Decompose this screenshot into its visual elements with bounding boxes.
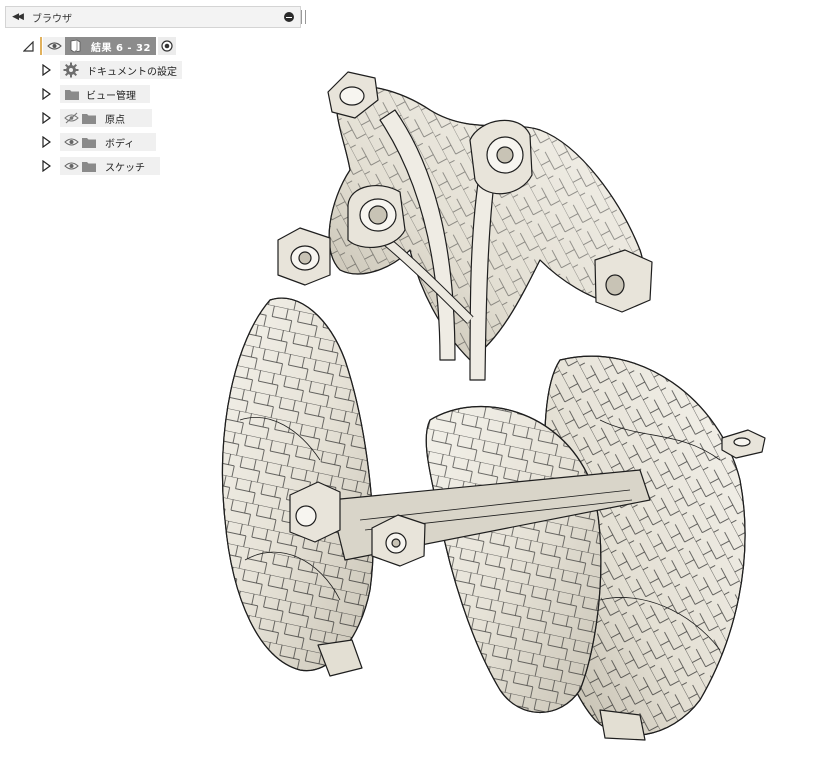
expanded-triangle-icon[interactable] [22,39,34,53]
tree-item-sketches[interactable]: スケッチ [40,156,160,176]
active-indicator [40,37,42,55]
boss-right [594,249,653,313]
eye-icon[interactable] [63,133,80,151]
minimize-icon[interactable] [284,12,294,22]
activate-radio-icon[interactable] [157,37,176,55]
tree-item-bodies[interactable]: ボディ [40,132,156,152]
collapsed-triangle-icon[interactable] [40,159,52,173]
root-label: 結果 6 - 32 [91,42,151,54]
folder-icon [80,109,97,127]
eye-icon[interactable] [43,37,65,55]
root-component[interactable]: 結果 6 - 32 [65,37,156,55]
generative-part-model [221,71,766,741]
collapse-panel-icon[interactable]: ◀◀ [8,7,26,27]
folder-icon [63,85,80,103]
tree-item-view-management[interactable]: ビュー管理 [40,84,150,104]
3d-model-viewport[interactable] [205,58,785,748]
collapsed-triangle-icon[interactable] [40,63,52,77]
panel-resize-grip[interactable] [301,10,306,24]
tree-item-label: ビュー管理 [86,90,136,102]
eye-icon[interactable] [63,157,80,175]
collapsed-triangle-icon[interactable] [40,135,52,149]
folder-icon [80,157,97,175]
browser-panel-header: ◀◀ ブラウザ [5,6,306,28]
boss-upper-right [469,119,533,195]
eye-hidden-icon[interactable] [63,109,80,127]
boss-far-right [721,429,766,459]
boss-upper-center [347,184,406,248]
tree-item-label: スケッチ [105,162,145,174]
folder-icon [80,133,97,151]
tree-item-origin[interactable]: 原点 [40,108,152,128]
boss-left [277,227,331,286]
browser-title: ブラウザ [32,13,72,25]
tree-item-document-settings[interactable]: ドキュメントの設定 [40,60,182,80]
tree-item-label: ボディ [105,138,135,150]
document-icon [65,37,85,55]
gear-icon [63,61,79,79]
tree-root-row[interactable]: 結果 6 - 32 [22,36,176,56]
tree-item-label: ドキュメントの設定 [87,66,177,78]
boss-lower-left [289,481,341,543]
collapsed-triangle-icon[interactable] [40,87,52,101]
collapsed-triangle-icon[interactable] [40,111,52,125]
tree-item-label: 原点 [105,114,125,126]
